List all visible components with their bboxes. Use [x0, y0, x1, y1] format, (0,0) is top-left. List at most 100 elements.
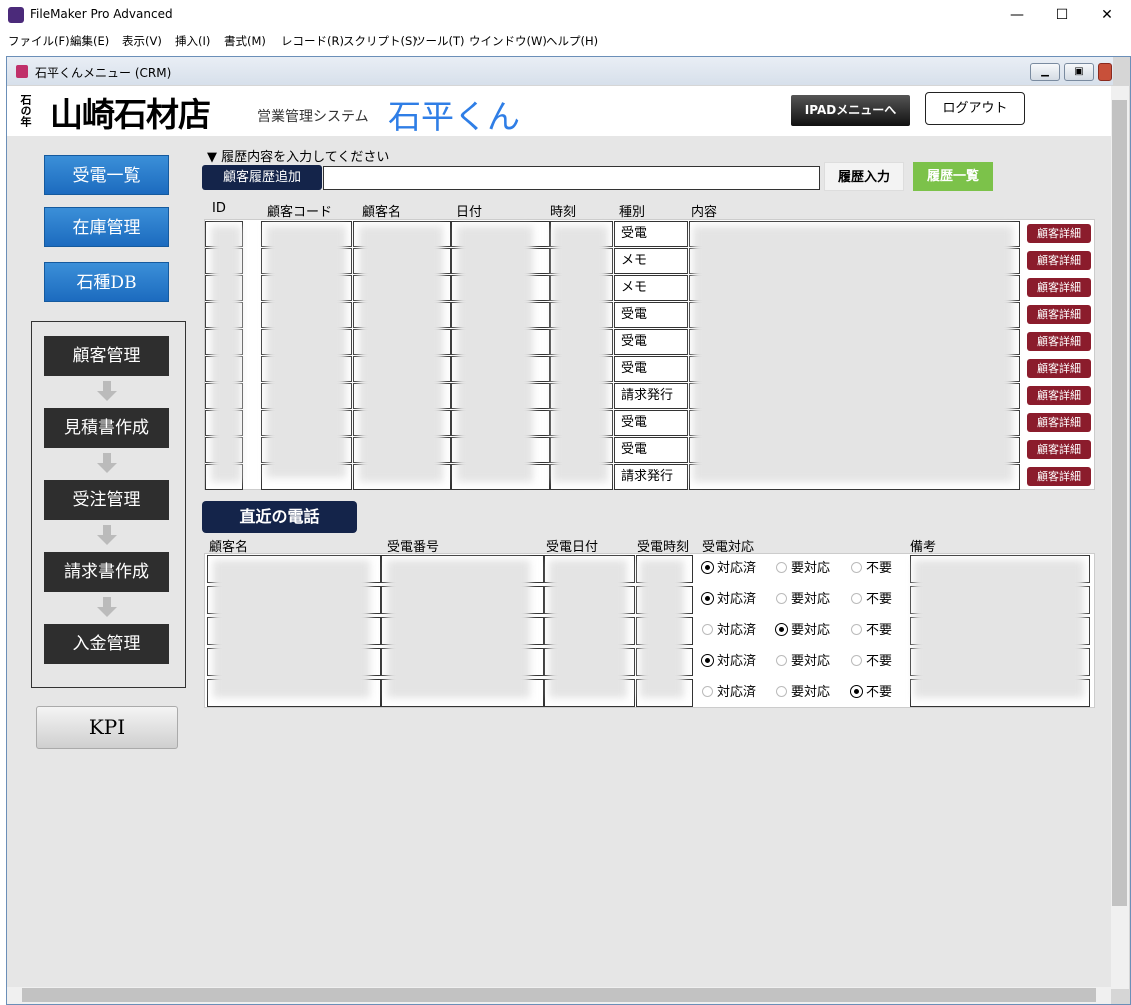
call-status-label: 対応済	[717, 623, 757, 638]
doc-close-button[interactable]	[1098, 63, 1112, 81]
redacted-content	[549, 560, 627, 698]
customer-detail-button[interactable]: 顧客詳細	[1027, 467, 1091, 486]
col-header-id: ID	[212, 201, 226, 216]
system-name: 石平くん	[388, 97, 520, 136]
filemaker-logo-icon	[8, 7, 24, 23]
call-status-radio[interactable]: 要対応	[776, 685, 830, 701]
history-type-cell: 受電	[614, 302, 688, 328]
call-status-label: 不要	[866, 654, 893, 669]
history-type-cell: 受電	[614, 356, 688, 382]
customer-detail-button[interactable]: 顧客詳細	[1027, 305, 1091, 324]
menu-tools[interactable]: ツール(T)	[414, 33, 465, 49]
menu-scripts[interactable]: スクリプト(S)	[343, 33, 417, 49]
history-type-cell: 請求発行	[614, 383, 688, 409]
arrow-down-icon	[97, 381, 117, 403]
call-status-label: 要対応	[791, 623, 831, 638]
radio-empty-icon	[851, 593, 862, 604]
call-status-radio[interactable]: 要対応	[776, 561, 830, 577]
document-icon	[16, 65, 28, 78]
radio-empty-icon	[851, 655, 862, 666]
history-type-cell: 請求発行	[614, 464, 688, 490]
call-status-radio[interactable]: 不要	[851, 685, 892, 701]
call-status-radio[interactable]: 対応済	[702, 654, 756, 670]
redacted-content	[553, 226, 608, 482]
redacted-content	[914, 560, 1084, 698]
radio-selected-icon	[702, 593, 713, 604]
radio-selected-icon	[851, 686, 862, 697]
menu-window[interactable]: ウインドウ(W)	[469, 33, 547, 49]
minimize-button[interactable]: —	[994, 0, 1040, 30]
customer-detail-button[interactable]: 顧客詳細	[1027, 278, 1091, 297]
call-status-radio[interactable]: 対応済	[702, 561, 756, 577]
call-status-radio[interactable]: 対応済	[702, 592, 756, 608]
call-status-label: 不要	[866, 561, 893, 576]
nav-call-list-button[interactable]: 受電一覧	[44, 155, 169, 195]
vertical-scroll-thumb[interactable]	[1112, 100, 1127, 906]
customer-detail-button[interactable]: 顧客詳細	[1027, 386, 1091, 405]
call-status-label: 対応済	[717, 592, 757, 607]
menu-view[interactable]: 表示(V)	[122, 33, 162, 49]
call-status-radio[interactable]: 要対応	[776, 654, 830, 670]
radio-empty-icon	[702, 686, 713, 697]
flow-estimate-button[interactable]: 見積書作成	[44, 408, 169, 448]
history-type-cell: 受電	[614, 329, 688, 355]
history-type-cell: 受電	[614, 221, 688, 247]
menu-help[interactable]: ヘルプ(H)	[546, 33, 598, 49]
call-status-label: 対応済	[717, 685, 757, 700]
col-header-date: 日付	[456, 205, 483, 220]
radio-empty-icon	[776, 686, 787, 697]
flow-customer-button[interactable]: 顧客管理	[44, 336, 169, 376]
call-status-radio[interactable]: 対応済	[702, 623, 756, 639]
menu-file[interactable]: ファイル(F)	[8, 33, 70, 49]
col-header-time: 時刻	[550, 205, 577, 220]
col-header-customer-name: 顧客名	[362, 205, 402, 220]
ipad-menu-button[interactable]: IPADメニューへ	[791, 95, 910, 126]
call-status-radio[interactable]: 要対応	[776, 592, 830, 608]
flow-payment-button[interactable]: 入金管理	[44, 624, 169, 664]
kpi-button[interactable]: KPI	[36, 706, 178, 749]
arrow-down-icon	[97, 453, 117, 475]
history-type-cell: メモ	[614, 275, 688, 301]
history-list-button[interactable]: 履歴一覧	[913, 162, 993, 191]
history-type-cell: メモ	[614, 248, 688, 274]
history-input[interactable]	[323, 166, 820, 190]
flow-order-button[interactable]: 受注管理	[44, 480, 169, 520]
system-label: 営業管理システム	[257, 109, 369, 125]
doc-restore-button[interactable]: ▣	[1064, 63, 1094, 81]
call-status-label: 要対応	[791, 685, 831, 700]
customer-detail-button[interactable]: 顧客詳細	[1027, 332, 1091, 351]
menu-edit[interactable]: 編集(E)	[70, 33, 109, 49]
customer-detail-button[interactable]: 顧客詳細	[1027, 413, 1091, 432]
customer-detail-button[interactable]: 顧客詳細	[1027, 251, 1091, 270]
call-status-radio[interactable]: 不要	[851, 561, 892, 577]
history-submit-button[interactable]: 履歴入力	[824, 162, 904, 191]
close-button[interactable]: ✕	[1084, 0, 1130, 30]
maximize-button[interactable]: ☐	[1039, 0, 1085, 30]
horizontal-scroll-thumb[interactable]	[22, 988, 1096, 1002]
document-title: 石平くんメニュー (CRM)	[35, 66, 172, 80]
col-header-customer-code: 顧客コード	[267, 205, 333, 220]
call-status-radio[interactable]: 対応済	[702, 685, 756, 701]
flow-invoice-button[interactable]: 請求書作成	[44, 552, 169, 592]
nav-stone-db-button[interactable]: 石種DB	[44, 262, 169, 302]
menu-records[interactable]: レコード(R)	[281, 33, 344, 49]
menu-insert[interactable]: 挿入(I)	[175, 33, 210, 49]
customer-detail-button[interactable]: 顧客詳細	[1027, 440, 1091, 459]
call-status-radio[interactable]: 要対応	[776, 623, 830, 639]
recent-calls-title: 直近の電話	[202, 501, 357, 533]
call-status-label: 対応済	[717, 654, 757, 669]
call-status-radio[interactable]: 不要	[851, 592, 892, 608]
logout-button[interactable]: ログアウト	[925, 92, 1025, 125]
nav-stock-button[interactable]: 在庫管理	[44, 207, 169, 247]
redacted-content	[213, 560, 370, 698]
customer-detail-button[interactable]: 顧客詳細	[1027, 224, 1091, 243]
doc-minimize-button[interactable]: ▁	[1030, 63, 1060, 81]
history-add-label: 顧客履歴追加	[202, 165, 322, 190]
customer-detail-button[interactable]: 顧客詳細	[1027, 359, 1091, 378]
call-status-radio[interactable]: 不要	[851, 654, 892, 670]
call-status-radio[interactable]: 不要	[851, 623, 892, 639]
menu-format[interactable]: 書式(M)	[224, 33, 266, 49]
menu-bar: ファイル(F) 編集(E) 表示(V) 挿入(I) 書式(M) レコード(R) …	[0, 30, 1131, 52]
radio-empty-icon	[702, 624, 713, 635]
call-status-label: 不要	[866, 592, 893, 607]
